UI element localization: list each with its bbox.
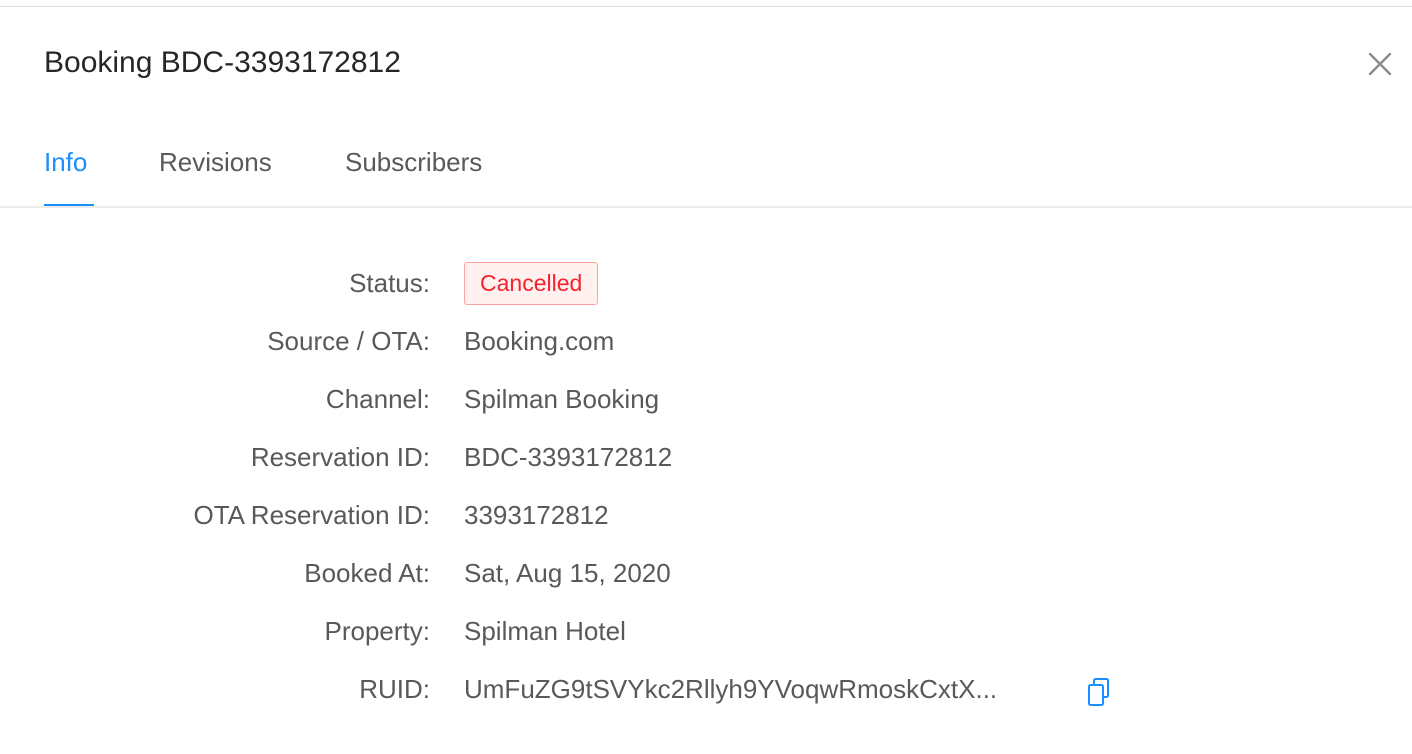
property-label: Property: [324,616,431,646]
tabs-divider [0,206,1412,208]
tab-subscribers[interactable]: Subscribers [345,144,482,180]
property-value: Spilman Hotel [464,616,626,646]
ruid-label: RUID: [359,674,430,704]
status-badge: Cancelled [464,262,599,305]
reservation-id-value: BDC-3393172812 [464,442,673,472]
booking-drawer: Booking BDC-3393172812 Info Revisions Su… [0,0,1412,754]
reservation-id-label: Reservation ID: [250,442,430,472]
drawer-top-border [0,6,1412,7]
tab-info[interactable]: Info [44,144,87,180]
copy-icon [1088,678,1109,706]
source-value: Booking.com [464,326,615,356]
close-button[interactable] [1364,48,1396,80]
ruid-value: UmFuZG9tSVYkc2Rllyh9YVoqwRmoskCxtX... [464,674,998,704]
booked-at-label: Booked At: [304,558,430,588]
info-row-source: Source / OTA: Booking.com [0,320,1412,360]
tab-revisions[interactable]: Revisions [159,144,272,180]
booked-at-value: Sat, Aug 15, 2020 [464,558,671,588]
channel-value: Spilman Booking [464,384,660,414]
tab-bar: Info Revisions Subscribers [0,120,1412,208]
drawer-title: Booking BDC-3393172812 [44,46,401,79]
copy-ruid-button[interactable] [1086,676,1114,708]
close-icon [1368,52,1392,76]
info-row-channel: Channel: Spilman Booking [0,378,1412,418]
ota-reservation-id-label: OTA Reservation ID: [193,500,431,530]
channel-label: Channel: [325,384,430,414]
info-row-ota-reservation-id: OTA Reservation ID: 3393172812 [0,494,1412,534]
info-row-property: Property: Spilman Hotel [0,610,1412,650]
source-label: Source / OTA: [267,326,430,356]
info-row-booked-at: Booked At: Sat, Aug 15, 2020 [0,552,1412,592]
info-row-status: Status: Cancelled [0,254,1412,305]
info-row-reservation-id: Reservation ID: BDC-3393172812 [0,436,1412,476]
info-row-ruid: RUID: UmFuZG9tSVYkc2Rllyh9YVoqwRmoskCxtX… [0,668,1412,708]
ota-reservation-id-value: 3393172812 [464,500,609,530]
status-label: Status: [349,268,430,298]
